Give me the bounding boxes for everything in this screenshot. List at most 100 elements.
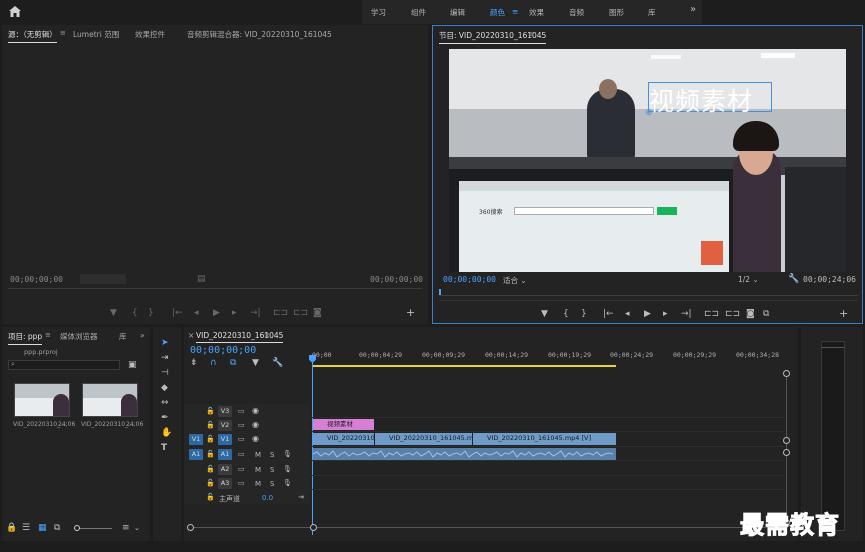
vscroll-handle[interactable] bbox=[783, 370, 790, 377]
work-area-bar[interactable] bbox=[312, 365, 616, 367]
workspace-editing[interactable]: 编辑 bbox=[450, 7, 465, 18]
workspace-graphics[interactable]: 图形 bbox=[609, 7, 624, 18]
program-fit-select[interactable]: 适合 ⌄ bbox=[503, 275, 527, 286]
vscroll-handle[interactable] bbox=[783, 437, 790, 444]
anchor-point-icon[interactable]: ⊕ bbox=[645, 108, 653, 118]
track-lock-icon[interactable]: 🔓 bbox=[206, 449, 215, 459]
lock-icon[interactable]: 🔒 bbox=[6, 523, 17, 533]
go-to-out-icon[interactable]: →| bbox=[681, 309, 692, 319]
track-a1-toggle[interactable]: A1 bbox=[218, 449, 232, 460]
track-lock-icon[interactable]: 🔓 bbox=[206, 464, 215, 474]
scroll-handle-right[interactable] bbox=[310, 524, 317, 531]
mark-out-icon[interactable]: } bbox=[581, 309, 587, 319]
project-more-button[interactable]: » bbox=[140, 331, 145, 340]
play-icon[interactable]: ▶ bbox=[213, 308, 220, 318]
thumbnail-zoom-slider[interactable] bbox=[74, 525, 112, 531]
insert-icon[interactable]: ⊏⊐ bbox=[273, 308, 288, 318]
play-icon[interactable]: ▶ bbox=[644, 309, 651, 319]
video-clip[interactable]: VID_20220310_161045.mp4 [V] bbox=[473, 433, 616, 445]
source-timecode-current[interactable]: 00;00;00;00 bbox=[10, 275, 63, 284]
vscroll-handle[interactable] bbox=[783, 449, 790, 456]
program-resolution-select[interactable]: 1/2 ⌄ bbox=[738, 275, 759, 284]
workspace-learn[interactable]: 学习 bbox=[371, 7, 386, 18]
master-volume-value[interactable]: 0.0 bbox=[262, 494, 273, 502]
solo-button[interactable]: S bbox=[270, 451, 274, 459]
workspace-more-button[interactable]: » bbox=[690, 4, 696, 15]
track-eye-icon[interactable]: ◉ bbox=[252, 434, 259, 444]
mark-in-icon[interactable]: { bbox=[563, 309, 569, 319]
program-video-frame[interactable]: 360搜索 视频素材 ⊕ bbox=[449, 49, 846, 272]
timeline-vertical-scrollbar[interactable] bbox=[786, 373, 787, 523]
workspace-color[interactable]: 颜色 bbox=[490, 7, 505, 18]
title-overlay-text[interactable]: 视频素材 bbox=[649, 82, 753, 118]
solo-button[interactable]: S bbox=[270, 480, 274, 488]
list-view-icon[interactable]: ☰ bbox=[22, 523, 30, 533]
voice-over-mic-icon[interactable]: 🎙 bbox=[283, 449, 292, 459]
audio-clip[interactable] bbox=[313, 448, 616, 460]
export-frame-icon[interactable]: ◙ bbox=[313, 308, 322, 318]
video-clip[interactable]: VID_20220310_16 bbox=[313, 433, 374, 445]
mute-button[interactable]: M bbox=[255, 480, 261, 488]
freeform-view-icon[interactable]: ⧉ bbox=[54, 523, 60, 533]
marker-icon[interactable]: ▼ bbox=[110, 308, 117, 318]
workspace-libraries[interactable]: 库 bbox=[648, 7, 656, 18]
source-tab-menu-icon[interactable]: ≡ bbox=[60, 29, 66, 37]
program-timecode-current[interactable]: 00;00;00;00 bbox=[443, 275, 496, 284]
media-thumbnail[interactable] bbox=[14, 383, 70, 417]
scroll-handle-left[interactable] bbox=[187, 524, 194, 531]
razor-tool-icon[interactable]: ◆ bbox=[161, 383, 168, 393]
track-v3-toggle[interactable]: V3 bbox=[218, 406, 232, 417]
track-v2-toggle[interactable]: V2 bbox=[218, 420, 232, 431]
selection-tool-icon[interactable]: ➤ bbox=[161, 338, 169, 348]
overwrite-icon[interactable]: ⊏⊐ bbox=[293, 308, 308, 318]
timeline-horizontal-scrollbar[interactable] bbox=[188, 527, 788, 528]
timeline-ruler[interactable]: 00;00 00;00;04;29 00;00;09;29 00;00;14;2… bbox=[312, 349, 786, 369]
track-v1-toggle[interactable]: V1 bbox=[218, 434, 232, 445]
pen-tool-icon[interactable]: ✒ bbox=[161, 413, 169, 423]
ripple-edit-tool-icon[interactable]: ⊣ bbox=[161, 368, 169, 378]
track-sync-icon[interactable]: ▭ bbox=[238, 464, 245, 474]
tab-source[interactable]: 源：（无剪辑） bbox=[8, 29, 57, 43]
mark-in-icon[interactable]: { bbox=[132, 308, 138, 318]
mute-button[interactable]: M bbox=[255, 466, 261, 474]
step-forward-icon[interactable]: ▸ bbox=[232, 308, 237, 318]
program-scrubber[interactable] bbox=[439, 289, 858, 299]
voice-over-mic-icon[interactable]: 🎙 bbox=[283, 464, 292, 474]
go-to-end-icon[interactable]: ⇥ bbox=[298, 492, 304, 502]
track-a2-toggle[interactable]: A2 bbox=[218, 464, 232, 475]
step-back-icon[interactable]: ◂ bbox=[625, 309, 630, 319]
extract-icon[interactable]: ⊏⊐ bbox=[725, 309, 740, 319]
go-to-out-icon[interactable]: →| bbox=[250, 308, 261, 318]
workspace-audio[interactable]: 音频 bbox=[569, 7, 584, 18]
tab-audio-clip-mixer[interactable]: 音频剪辑混合器: VID_20220310_161045 bbox=[187, 29, 332, 40]
track-lock-icon[interactable]: 🔓 bbox=[206, 406, 215, 416]
track-sync-icon[interactable]: ▭ bbox=[238, 449, 245, 459]
timeline-tab-menu-icon[interactable]: ≡ bbox=[264, 331, 270, 339]
timeline-settings-icon[interactable]: 🔧 bbox=[272, 358, 283, 368]
track-lock-icon[interactable]: 🔓 bbox=[206, 420, 215, 430]
video-clip[interactable]: VID_20220310_161045.mp4 [V] bbox=[375, 433, 472, 445]
track-lock-icon[interactable]: 🔓 bbox=[206, 478, 215, 488]
tab-media-browser[interactable]: 媒体浏览器 bbox=[60, 331, 98, 342]
snap-icon[interactable]: ∩ bbox=[210, 358, 217, 368]
source-zoom-select[interactable] bbox=[80, 274, 126, 284]
sort-icon[interactable]: ≡ bbox=[122, 523, 130, 533]
track-lock-icon[interactable]: 🔓 bbox=[206, 492, 215, 502]
nest-icon[interactable]: ⇟ bbox=[190, 358, 198, 368]
step-back-icon[interactable]: ◂ bbox=[194, 308, 199, 318]
linked-selection-icon[interactable]: ⧉ bbox=[230, 358, 236, 368]
media-thumbnail[interactable] bbox=[82, 383, 138, 417]
project-tab-menu-icon[interactable]: ≡ bbox=[45, 331, 51, 339]
type-tool-icon[interactable]: T bbox=[161, 443, 167, 453]
track-eye-icon[interactable]: ◉ bbox=[252, 406, 259, 416]
source-add-button[interactable]: + bbox=[406, 307, 415, 318]
track-sync-icon[interactable]: ▭ bbox=[238, 434, 245, 444]
timeline-timecode[interactable]: 00;00;00;00 bbox=[190, 345, 256, 356]
add-marker-icon[interactable]: ▼ bbox=[252, 358, 259, 368]
title-clip[interactable]: 视频素材 bbox=[313, 419, 374, 430]
compare-icon[interactable]: ⧉ bbox=[763, 309, 769, 319]
sort-dropdown-icon[interactable]: ⌄ bbox=[134, 523, 140, 533]
track-sync-icon[interactable]: ▭ bbox=[238, 406, 245, 416]
go-to-in-icon[interactable]: |← bbox=[172, 308, 183, 318]
track-select-tool-icon[interactable]: ⇥ bbox=[161, 353, 169, 363]
